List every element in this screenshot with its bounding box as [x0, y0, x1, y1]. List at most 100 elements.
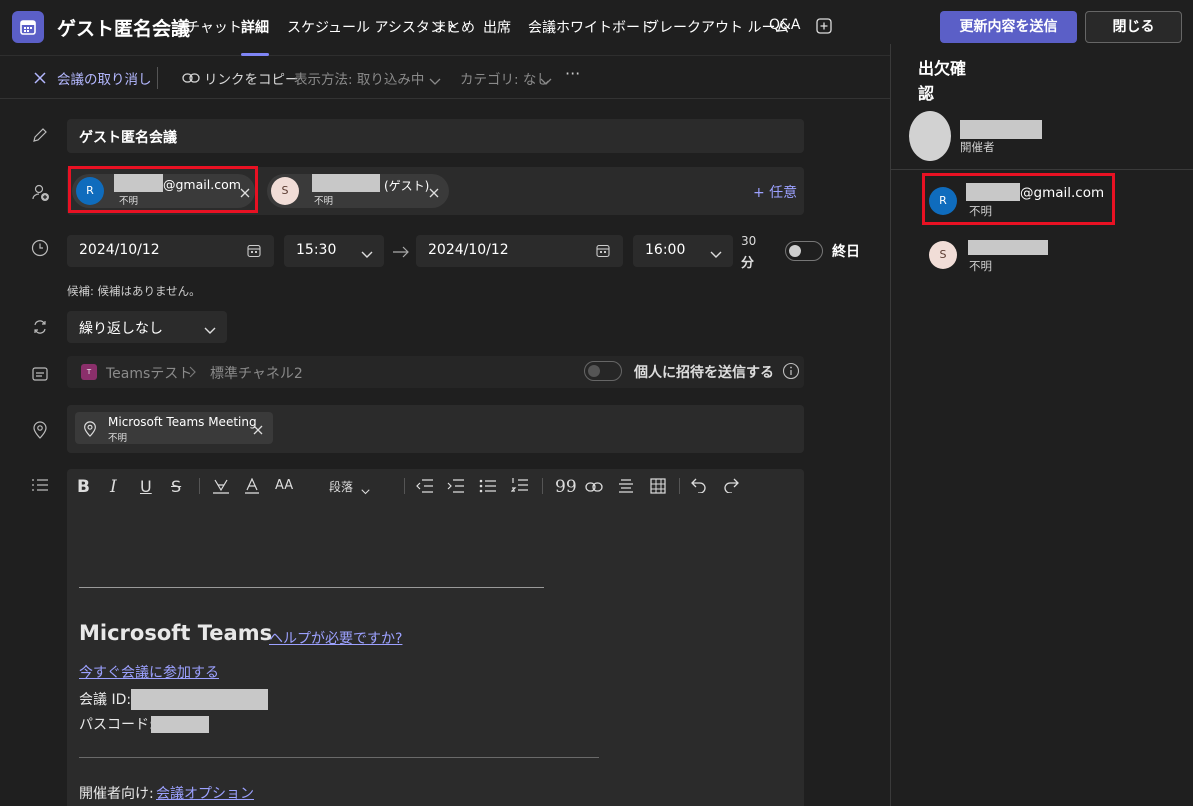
font-color-icon[interactable]: [243, 477, 261, 498]
bulleted-list-icon[interactable]: [479, 479, 497, 497]
help-link[interactable]: ヘルプが必要ですか?: [269, 628, 402, 648]
underline-icon[interactable]: U: [140, 477, 152, 496]
display-as-dropdown[interactable]: 表示方法: 取り込み中: [294, 68, 424, 88]
repeat-icon: [31, 318, 49, 340]
close-x-icon: [33, 71, 47, 89]
outdent-icon[interactable]: [416, 479, 434, 497]
meeting-title: ゲスト匿名会議: [57, 18, 191, 40]
divider-line: [79, 757, 599, 758]
info-icon[interactable]: [782, 362, 800, 384]
edit-icon: [31, 126, 49, 148]
highlight-box: [922, 173, 1115, 225]
teams-heading: Microsoft Teams: [79, 621, 273, 645]
chevron-down-icon: [540, 74, 552, 90]
send-invite-label: 個人に招待を送信する: [634, 365, 774, 381]
tab-attendance[interactable]: 出席: [483, 17, 511, 37]
strikethrough-icon[interactable]: S: [171, 477, 181, 496]
cancel-meeting-button[interactable]: 会議の取り消し: [57, 68, 152, 88]
all-day-label: 終日: [832, 244, 860, 260]
avatar: S: [929, 241, 957, 269]
quote-icon[interactable]: 99: [555, 477, 577, 497]
link-icon[interactable]: [585, 481, 603, 497]
rsvp-panel: 出欠確 認 開催者 R @gmail.com 不明 S 不明: [890, 44, 1193, 806]
start-date-picker[interactable]: 2024/10/12: [67, 235, 274, 267]
tab-details[interactable]: 詳細: [241, 17, 269, 37]
start-date-value: 2024/10/12: [79, 242, 160, 258]
more-options-icon[interactable]: ···: [565, 64, 580, 83]
chevron-right-icon: [189, 366, 197, 382]
category-dropdown[interactable]: カテゴリ: なし: [460, 68, 550, 88]
add-people-icon: [31, 183, 51, 207]
meeting-id-label: 会議 ID:: [79, 692, 132, 708]
paragraph-style-dropdown[interactable]: 段落: [329, 478, 353, 495]
divider: [891, 169, 1193, 170]
duration-unit: 分: [741, 256, 755, 271]
start-time-dropdown[interactable]: 15:30: [284, 235, 384, 267]
end-time-dropdown[interactable]: 16:00: [633, 235, 733, 267]
title-input-value: ゲスト匿名会議: [79, 130, 177, 146]
redacted-name: [312, 174, 380, 192]
tab-recap[interactable]: まとめ: [433, 17, 475, 37]
repeat-value: 繰り返しなし: [79, 321, 163, 337]
channel-team: Teamsテスト: [106, 366, 193, 382]
rsvp-title-cont: 認: [918, 84, 935, 103]
redacted-meeting-id: [131, 689, 268, 710]
table-icon[interactable]: [650, 478, 666, 498]
copy-link-button[interactable]: リンクをコピー: [204, 68, 299, 88]
numbered-list-icon[interactable]: [510, 477, 529, 497]
team-avatar-icon: T: [81, 364, 97, 380]
send-update-button[interactable]: 更新内容を送信: [940, 11, 1077, 43]
duration-number: 30: [741, 234, 757, 248]
location-chip[interactable]: Microsoft Teams Meeting 不明: [75, 412, 273, 444]
tab-qa[interactable]: Q&A: [769, 17, 801, 33]
channel-icon: [31, 365, 49, 387]
remove-location-icon[interactable]: [253, 423, 263, 439]
rsvp-status: 不明: [969, 259, 992, 273]
all-day-toggle[interactable]: [785, 241, 823, 261]
highlight-icon[interactable]: [212, 478, 230, 498]
avatar: S: [271, 177, 299, 205]
calendar-app-icon: [12, 11, 44, 43]
undo-icon[interactable]: [691, 477, 707, 497]
tab-whiteboard[interactable]: 会議ホワイトボード: [528, 17, 654, 37]
chevron-down-icon: [429, 74, 441, 90]
location-name: Microsoft Teams Meeting: [108, 415, 257, 429]
add-optional-attendee-button[interactable]: + 任意: [753, 182, 797, 202]
toolbar-divider: [542, 478, 543, 494]
horizontal-rule-icon[interactable]: [618, 478, 634, 498]
suggestion-text: 候補: 候補はありません。: [67, 284, 201, 298]
rsvp-title: 出欠確: [918, 59, 967, 78]
passcode-label: パスコード:: [79, 717, 154, 733]
remove-attendee-icon[interactable]: [429, 186, 439, 202]
add-tab-icon[interactable]: [816, 18, 832, 38]
calendar-icon: [596, 244, 610, 262]
chevron-down-icon: [710, 247, 722, 263]
repeat-dropdown[interactable]: 繰り返しなし: [67, 311, 227, 343]
meeting-options-link[interactable]: 会議オプション: [156, 783, 254, 803]
tab-breakout-rooms[interactable]: ブレークアウト ルーム: [645, 17, 789, 37]
close-button[interactable]: 閉じる: [1085, 11, 1182, 43]
active-tab-indicator: [241, 53, 269, 56]
organizer-role: 開催者: [960, 140, 995, 154]
italic-icon[interactable]: I: [110, 477, 117, 497]
start-time-value: 15:30: [296, 242, 337, 258]
channel-field[interactable]: T Teamsテスト 標準チャネル2 個人に招待を送信する: [67, 356, 804, 388]
toolbar-divider: [199, 478, 200, 494]
link-icon: [182, 72, 200, 88]
title-field[interactable]: ゲスト匿名会議: [67, 119, 804, 153]
toolbar-divider: [679, 478, 680, 494]
redacted-organizer-name: [960, 120, 1042, 139]
channel-name: 標準チャネル2: [210, 366, 303, 382]
tab-chat[interactable]: チャット: [186, 17, 242, 37]
send-invite-toggle[interactable]: [584, 361, 622, 381]
font-size-icon[interactable]: AA: [275, 478, 293, 493]
redacted-name: [968, 240, 1048, 255]
indent-icon[interactable]: [447, 479, 465, 497]
bold-icon[interactable]: B: [77, 477, 90, 497]
join-meeting-link[interactable]: 今すぐ会議に参加する: [79, 662, 219, 682]
organizer-avatar: [909, 111, 951, 161]
guest-label: (ゲスト): [384, 179, 430, 193]
end-date-picker[interactable]: 2024/10/12: [416, 235, 623, 267]
redo-icon[interactable]: [723, 477, 739, 497]
attendee-chip-s[interactable]: S (ゲスト) 不明: [267, 174, 449, 208]
